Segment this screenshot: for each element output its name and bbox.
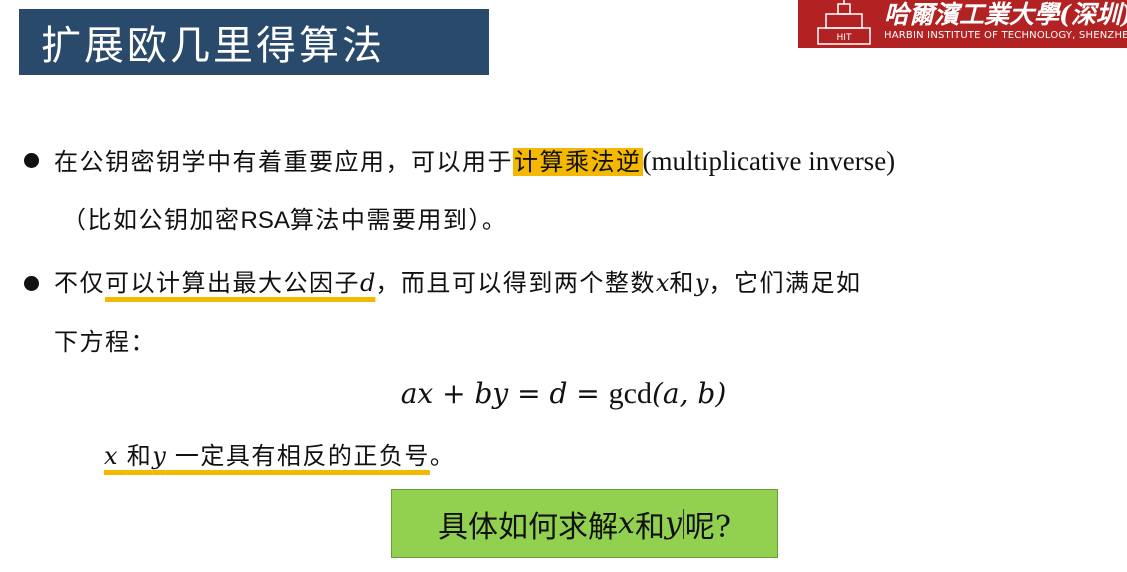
bullet2-text-c: ，它们满足如 bbox=[708, 269, 862, 297]
question-var-y: y bbox=[664, 506, 682, 541]
question-text-a: 具体如何求解 bbox=[438, 509, 619, 545]
sign-note-underlined: x 和y 一定具有相反的正负号 bbox=[104, 442, 430, 470]
var-x: x bbox=[655, 269, 670, 297]
question-and: 和 bbox=[634, 509, 665, 545]
text-cursor bbox=[682, 508, 684, 539]
bullet1-rsa: RSA bbox=[240, 207, 290, 234]
bullet1-line1: 在公钥密钥学中有着重要应用，可以用于计算乘法逆(multiplicative i… bbox=[54, 146, 895, 177]
question-box: 具体如何求解 x 和 y 呢? bbox=[391, 489, 778, 558]
and-text: 和 bbox=[669, 269, 695, 297]
equation-lhs: ax + by = d = bbox=[400, 377, 609, 410]
question-text-b: 呢? bbox=[684, 509, 731, 545]
bullet2-underlined: 可以计算出最大公因子d bbox=[105, 269, 376, 297]
var-y: y bbox=[694, 269, 709, 297]
emblem-text: HIT bbox=[837, 33, 852, 43]
equation: ax + by = d = gcd(a, b) bbox=[0, 376, 1127, 412]
bullet2-line1: 不仅可以计算出最大公因子d，而且可以得到两个整数x和y，它们满足如 bbox=[54, 268, 861, 298]
var-d: d bbox=[360, 269, 376, 297]
equation-gcd: gcd bbox=[608, 377, 652, 410]
university-emblem-icon: HIT bbox=[816, 0, 872, 46]
bullet1-text-a: 在公钥密钥学中有着重要应用，可以用于 bbox=[54, 148, 513, 176]
bullet1-line2-b: 算法中需要用到）。 bbox=[289, 206, 508, 234]
slide-title: 扩展欧几里得算法 bbox=[19, 9, 489, 75]
bullet1-line2-a: （比如公钥加密 bbox=[62, 206, 241, 234]
university-logo: HIT 哈爾濱工業大學(深圳) HARBIN INSTITUTE OF TECH… bbox=[798, 0, 1127, 48]
bullet2-line2: 下方程： bbox=[54, 327, 156, 357]
bullet2-text-b: ，而且可以得到两个整数 bbox=[375, 269, 656, 297]
logo-english-name: HARBIN INSTITUTE OF TECHNOLOGY, SHENZHEN bbox=[884, 30, 1127, 41]
logo-chinese-name: 哈爾濱工業大學(深圳) bbox=[884, 0, 1127, 29]
bullet2-text-a: 不仅 bbox=[54, 269, 105, 297]
slide-title-text: 扩展欧几里得算法 bbox=[41, 23, 385, 69]
sign-note: x 和y 一定具有相反的正负号。 bbox=[104, 441, 455, 471]
bullet2-line2-text: 下方程： bbox=[54, 328, 156, 356]
sign-note-end: 。 bbox=[429, 442, 456, 470]
bullet-icon bbox=[24, 276, 39, 291]
bullet1-highlight: 计算乘法逆 bbox=[513, 148, 643, 176]
equation-args: (a, b) bbox=[652, 377, 727, 410]
bullet-icon bbox=[24, 153, 39, 168]
bullet1-line2: （比如公钥加密RSA算法中需要用到）。 bbox=[62, 205, 507, 236]
question-var-x: x bbox=[618, 506, 635, 541]
bullet1-text-b: (multiplicative inverse) bbox=[642, 146, 896, 176]
